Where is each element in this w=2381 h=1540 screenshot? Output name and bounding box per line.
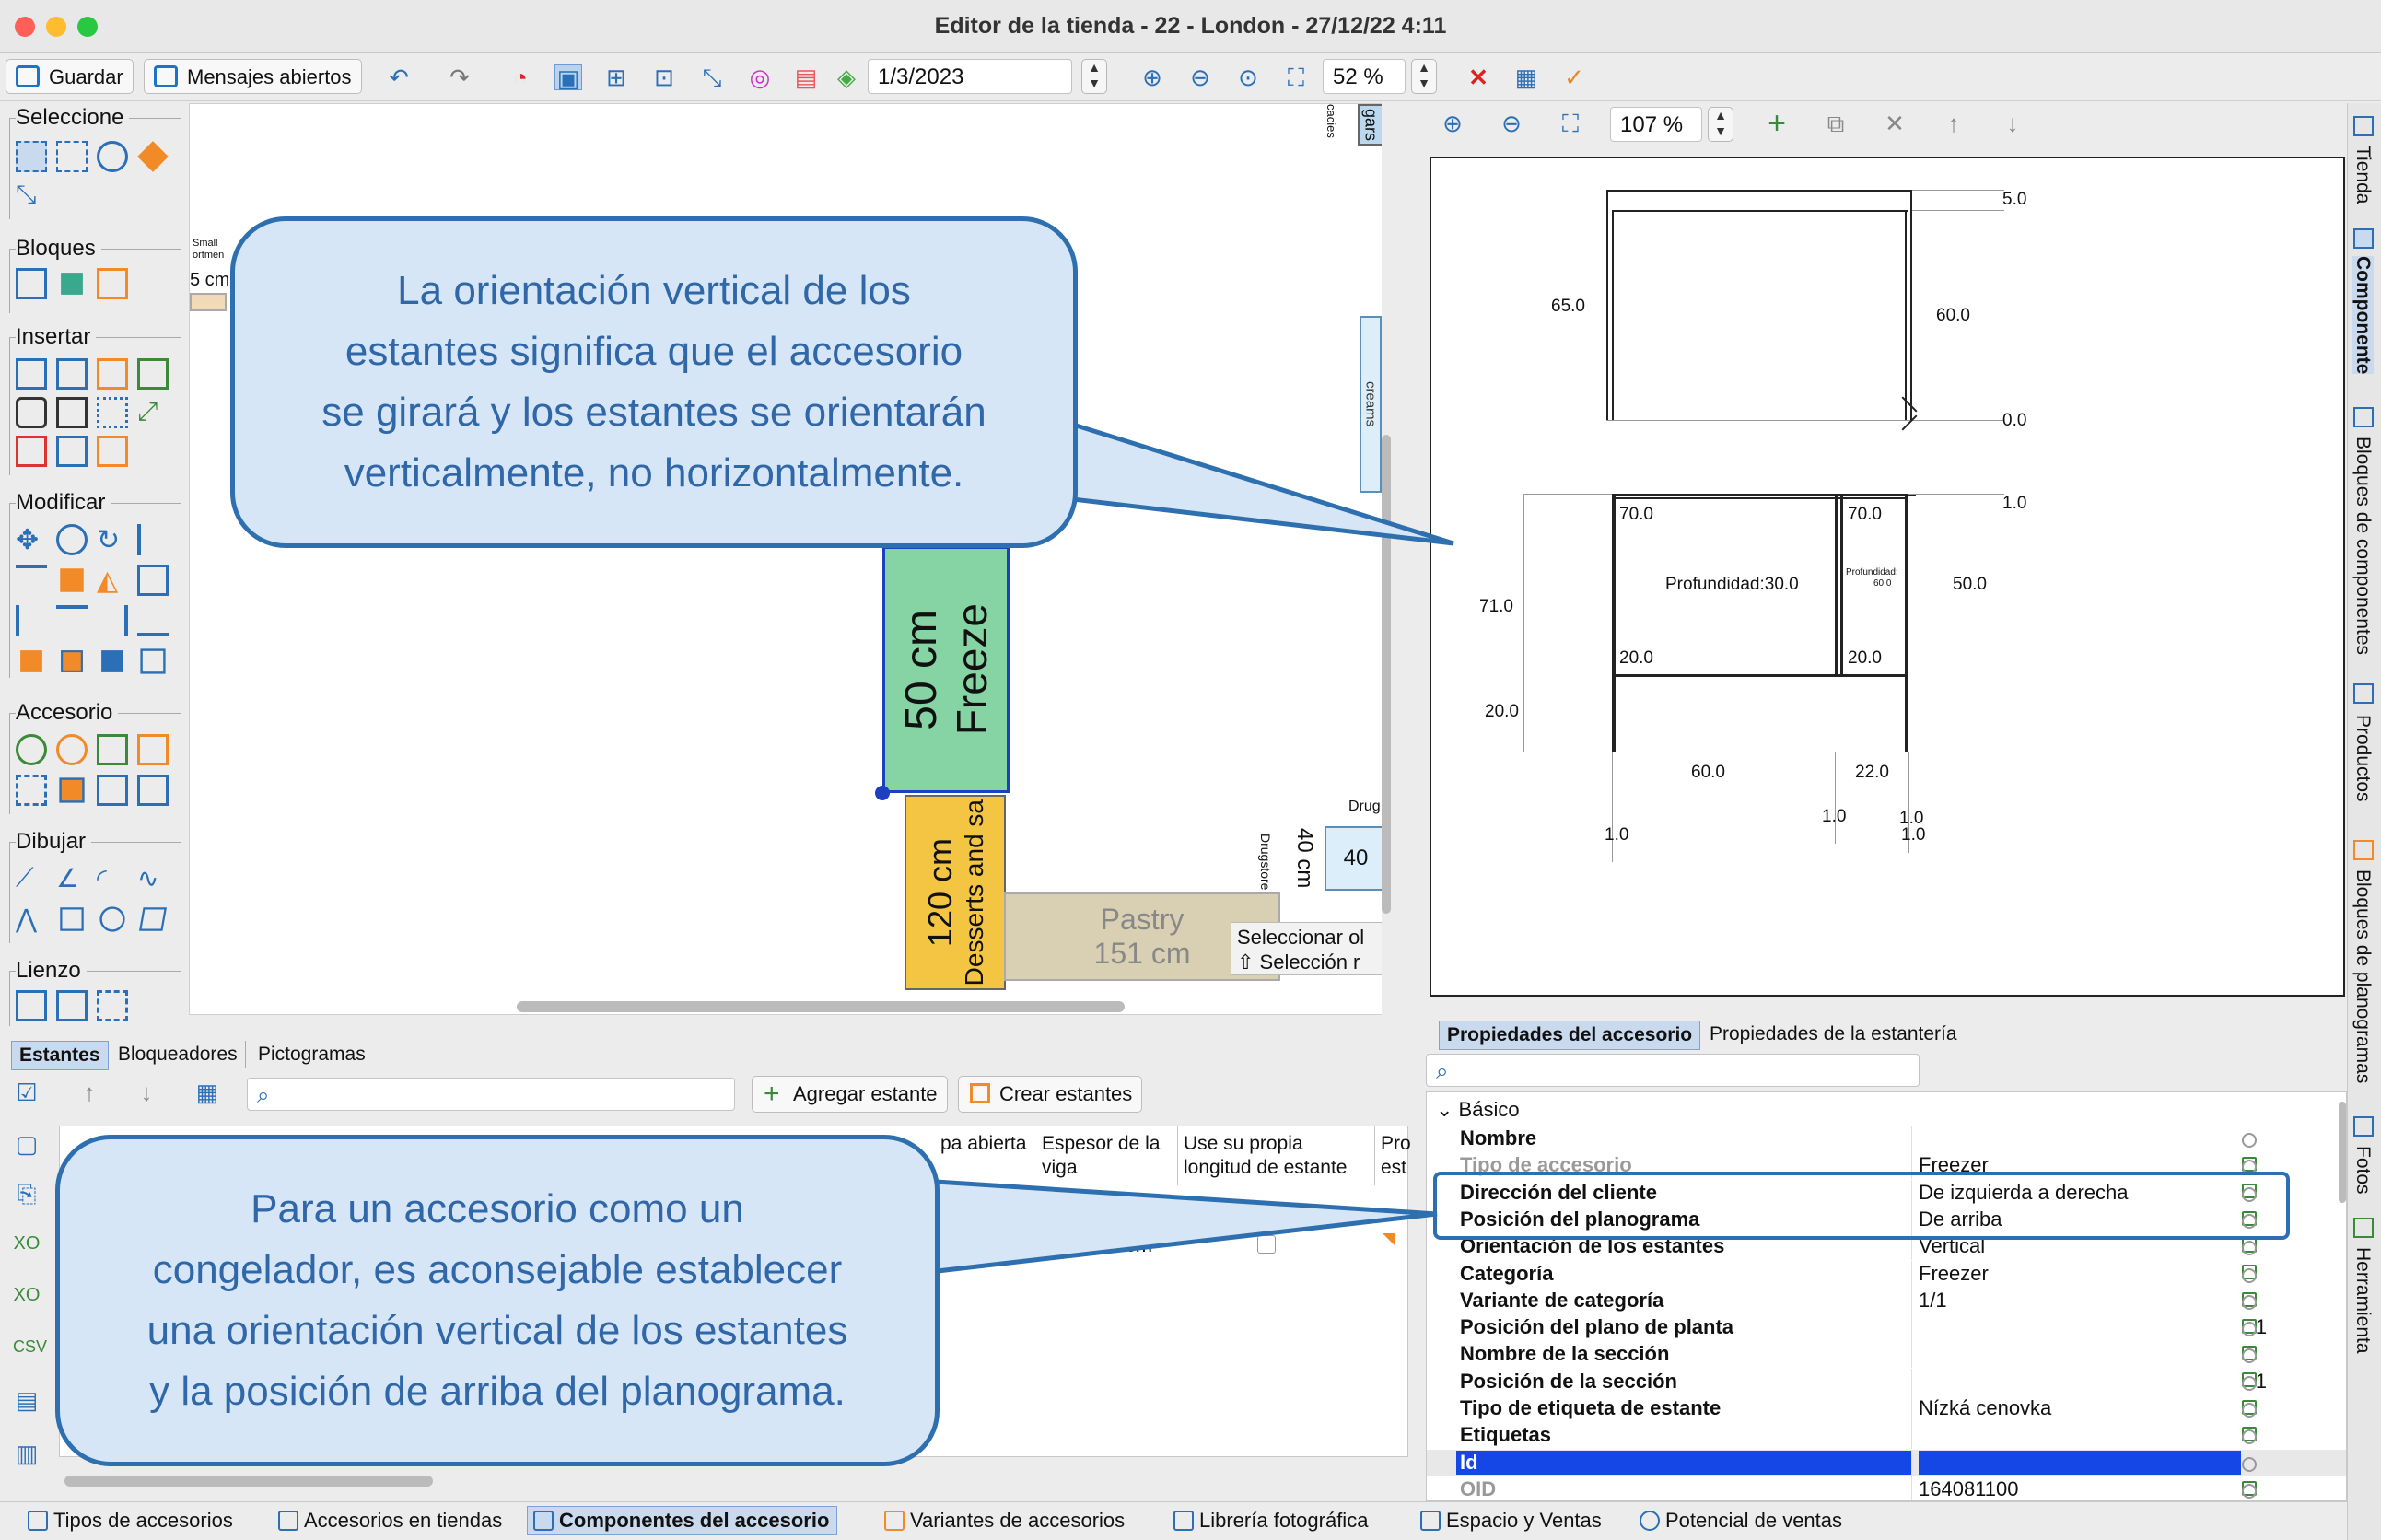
callout-top: La orientación vertical de los estantes … [230,216,1078,548]
callout-bottom-line: Para un accesorio como un [251,1186,744,1231]
callout-top-line: estantes significa que el accesorio [344,329,963,374]
callout-bottom-line: y la posición de arriba del planograma. [149,1369,846,1414]
callout-top-line: se girará y los estantes se orientarán [321,390,986,435]
callout-top-line: La orientación vertical de los [397,268,911,313]
callout-bottom-pointer [918,1178,1438,1276]
callout-bottom: Para un accesorio como un congelador, es… [55,1135,940,1466]
callout-bottom-line: una orientación vertical de los estantes [146,1308,848,1353]
callout-top-pointer [1038,411,1454,546]
callout-bottom-line: congelador, es aconsejable establecer [152,1247,843,1292]
callout-top-line: verticalmente, no horizontalmente. [344,450,964,496]
